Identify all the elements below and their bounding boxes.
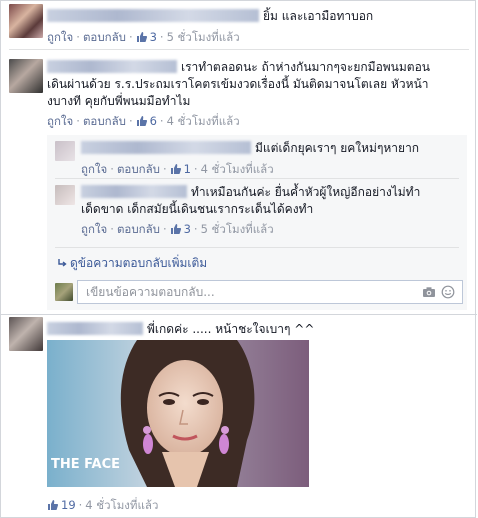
comment-3: พี่เกดค่ะ ..... หน้าชะใจเบาๆ ^^ (47, 321, 467, 338)
commenter-name[interactable] (81, 185, 187, 198)
view-more-replies-link[interactable]: ดูข้อความตอบกลับเพิ่มเติม (57, 254, 207, 273)
like-count[interactable]: 3 (170, 222, 191, 236)
photo-logo: THE FACE (51, 457, 120, 472)
reply-input[interactable] (78, 281, 408, 303)
current-user-avatar (55, 283, 73, 301)
reply-link[interactable]: ตอบกลับ (83, 30, 126, 44)
like-count[interactable]: 3 (136, 30, 157, 44)
comment-text: ยิ้ม และเอามือทาบอก (263, 9, 374, 23)
thumbs-up-icon (136, 116, 147, 126)
divider (1, 314, 477, 315)
like-count[interactable]: 6 (136, 114, 157, 128)
avatar[interactable] (55, 141, 75, 161)
like-link[interactable]: ถูกใจ (47, 30, 73, 44)
comment-text-line3: งบางที คุยกับพี่พนมมือทำไม (47, 94, 191, 108)
like-count[interactable]: 19 (47, 498, 76, 512)
commenter-name[interactable] (47, 322, 143, 335)
like-link[interactable]: ถูกใจ (47, 114, 73, 128)
comment-text: พี่เกดค่ะ ..... หน้าชะใจเบาๆ ^^ (147, 322, 315, 336)
thumbs-up-icon (48, 500, 59, 510)
emoji-icon[interactable] (441, 285, 455, 299)
comment-3-actions: 19 · 4 ชั่วโมงที่แล้ว (47, 497, 467, 513)
reply-link[interactable]: ตอบกลับ (83, 114, 126, 128)
commenter-name[interactable] (47, 60, 177, 73)
comment-thread: ยิ้ม และเอามือทาบอก ถูกใจ · ตอบกลับ · 3 · 5 ชั… (0, 0, 477, 518)
reply-link[interactable]: ตอบกลับ (117, 222, 160, 236)
reply-text: มีแต่เด็กยุคเราๆ ยคใหม่ๆหายาก (255, 141, 420, 155)
photo-portrait: THE FACE (47, 340, 309, 487)
comment-photo[interactable]: THE FACE (47, 340, 309, 487)
avatar[interactable] (9, 59, 43, 93)
timestamp[interactable]: 5 ชั่วโมงที่แล้ว (201, 222, 274, 236)
thumbs-up-icon (170, 164, 181, 174)
reply-1: มีแต่เด็กยุคเราๆ ยคใหม่ๆหายาก ถูกใจ · ตอบก… (81, 141, 420, 176)
divider (55, 247, 459, 248)
avatar[interactable] (9, 4, 43, 38)
divider (9, 49, 469, 50)
like-count[interactable]: 1 (170, 162, 191, 176)
divider (55, 178, 459, 179)
reply-arrow-icon (58, 259, 67, 267)
avatar[interactable] (55, 185, 75, 205)
reply-input-box (77, 280, 463, 304)
comment-text-line2: เดินผ่านด้วย ร.ร.ประถมเราโคตรเข้มงวดเรื่… (47, 77, 429, 91)
camera-icon[interactable] (422, 285, 436, 299)
reply-2: ทำเหมือนกันค่ะ ยื่นค้ำหัวผู้ใหญ่อีกอย่าง… (81, 184, 461, 237)
reply-text-line2: เด็ดขาด เด็กสมัยนี้เดินชนเรากระเด็นได้คง… (81, 202, 314, 216)
timestamp[interactable]: 4 ชั่วโมงที่แล้ว (167, 114, 240, 128)
comment-2: เราทำตลอดนะ ถ้าห่างกันมากๆจะยกมือพนมตอน … (47, 59, 467, 129)
commenter-name[interactable] (81, 141, 251, 154)
like-link[interactable]: ถูกใจ (81, 222, 107, 236)
thumbs-up-icon (170, 224, 181, 234)
timestamp[interactable]: 4 ชั่วโมงที่แล้ว (201, 162, 274, 176)
thumbs-up-icon (136, 32, 147, 42)
reply-text-line1: ทำเหมือนกันค่ะ ยื่นค้ำหัวผู้ใหญ่อีกอย่าง… (191, 185, 421, 199)
comment-text-line1: เราทำตลอดนะ ถ้าห่างกันมากๆจะยกมือพนมตอน (181, 60, 430, 74)
timestamp[interactable]: 4 ชั่วโมงที่แล้ว (85, 498, 158, 512)
reply-link[interactable]: ตอบกลับ (117, 162, 160, 176)
timestamp[interactable]: 5 ชั่วโมงที่แล้ว (167, 30, 240, 44)
avatar[interactable] (9, 317, 43, 351)
commenter-name[interactable] (47, 9, 259, 22)
like-link[interactable]: ถูกใจ (81, 162, 107, 176)
comment-1: ยิ้ม และเอามือทาบอก ถูกใจ · ตอบกลับ · 3 · 5 ชั… (47, 9, 374, 44)
